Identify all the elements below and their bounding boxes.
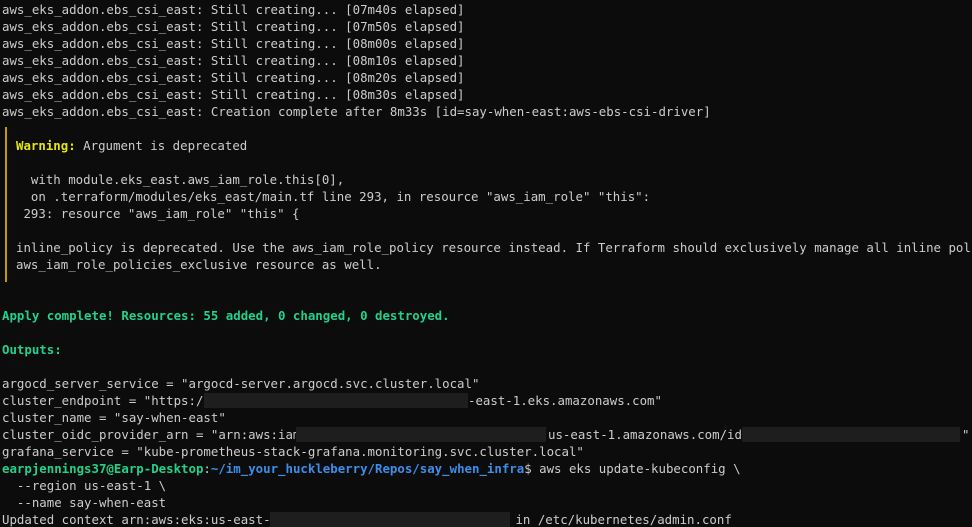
warning-bar	[5, 127, 7, 282]
warning-detail: aws_iam_role_policies_exclusive resource…	[16, 257, 382, 272]
warning-context: on .terraform/modules/eks_east/main.tf l…	[16, 189, 651, 204]
log-line: aws_eks_addon.ebs_csi_east: Still creati…	[2, 87, 465, 102]
command-arg: --name say-when-east	[2, 495, 167, 510]
warning-detail: inline_policy is deprecated. Use the aws…	[16, 240, 972, 255]
log-line: aws_eks_addon.ebs_csi_east: Still creati…	[2, 70, 465, 85]
redacted-block	[270, 512, 510, 527]
oidc-prefix: cluster_oidc_provider_arn = "arn:aws:iam…	[2, 427, 316, 442]
log-line: aws_eks_addon.ebs_csi_east: Still creati…	[2, 36, 465, 51]
warning-header: Warning: Argument is deprecated	[16, 137, 247, 154]
terminal-window[interactable]: aws_eks_addon.ebs_csi_east: Still creati…	[0, 0, 972, 527]
prompt-colon: :	[203, 461, 211, 476]
warning-message: Argument is deprecated	[75, 138, 248, 153]
endpoint-suffix: -east-1.eks.amazonaws.com"	[468, 393, 662, 408]
output-argocd: argocd_server_service = "argocd-server.a…	[2, 376, 480, 391]
warning-label: Warning:	[16, 138, 76, 153]
redacted-block	[204, 393, 468, 408]
warning-context: with module.eks_east.aws_iam_role.this[0…	[16, 172, 345, 187]
output-grafana: grafana_service = "kube-prometheus-stack…	[2, 444, 584, 459]
redacted-block	[296, 427, 546, 442]
outputs-label: Outputs:	[2, 342, 62, 357]
updated-prefix: Updated context arn:aws:eks:us-east-1:	[2, 512, 286, 527]
log-line: aws_eks_addon.ebs_csi_east: Still creati…	[2, 2, 465, 17]
updated-suffix: in /etc/kubernetes/admin.conf	[508, 512, 732, 527]
prompt-command: aws eks update-kubeconfig \	[531, 461, 741, 476]
oidc-suffix: "	[962, 427, 970, 442]
prompt-path: ~/im_your_huckleberry/Repos/say_when_inf…	[210, 461, 525, 476]
apply-complete-line: Apply complete! Resources: 55 added, 0 c…	[2, 308, 450, 323]
log-line: aws_eks_addon.ebs_csi_east: Still creati…	[2, 53, 465, 68]
prompt-user-host: earpjennings37@Earp-Desktop	[2, 461, 204, 476]
redacted-block	[742, 427, 960, 442]
output-cluster-endpoint: cluster_endpoint = "https://	[2, 392, 211, 409]
log-line: aws_eks_addon.ebs_csi_east: Still creati…	[2, 19, 465, 34]
command-arg: --region us-east-1 \	[2, 478, 167, 493]
shell-prompt: earpjennings37@Earp-Desktop:~/im_your_hu…	[2, 460, 741, 477]
updated-context-line: Updated context arn:aws:eks:us-east-1:	[2, 511, 285, 527]
oidc-middle: us-east-1.amazonaws.com/id/	[548, 427, 750, 442]
creation-complete-line: aws_eks_addon.ebs_csi_east: Creation com…	[2, 104, 711, 119]
endpoint-prefix: cluster_endpoint = "https://	[2, 393, 211, 408]
output-oidc-arn: cluster_oidc_provider_arn = "arn:aws:iam…	[2, 426, 315, 443]
prompt-dollar: $	[524, 461, 532, 476]
warning-context: 293: resource "aws_iam_role" "this" {	[16, 206, 300, 221]
output-cluster-name: cluster_name = "say-when-east"	[2, 410, 226, 425]
